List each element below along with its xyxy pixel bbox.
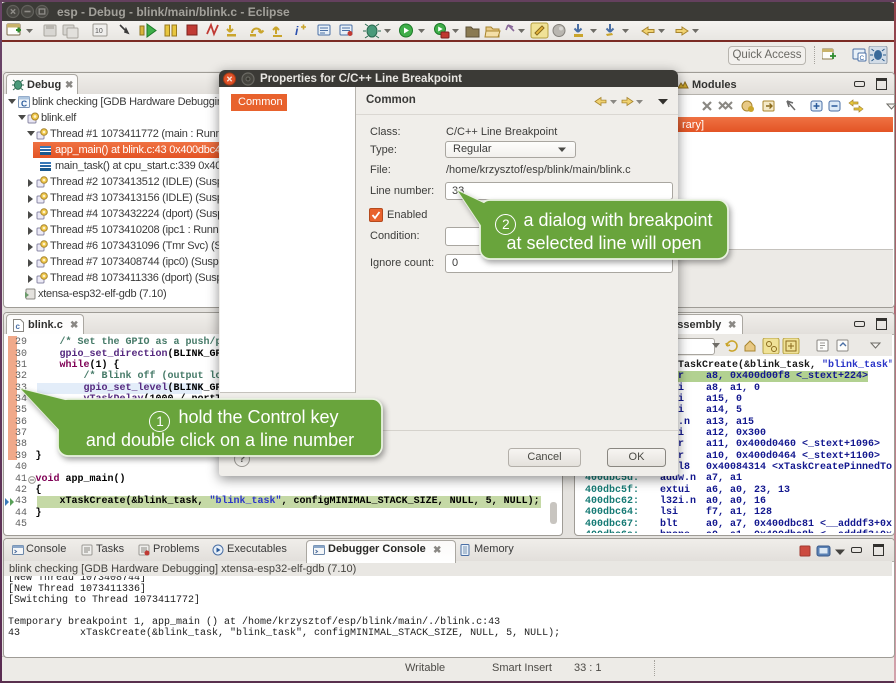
svg-text:C: C [860, 55, 865, 62]
svg-text:i: i [295, 24, 299, 38]
svg-text:10: 10 [95, 28, 103, 35]
svg-text:c: c [16, 322, 21, 331]
svg-text:C: C [21, 99, 27, 109]
